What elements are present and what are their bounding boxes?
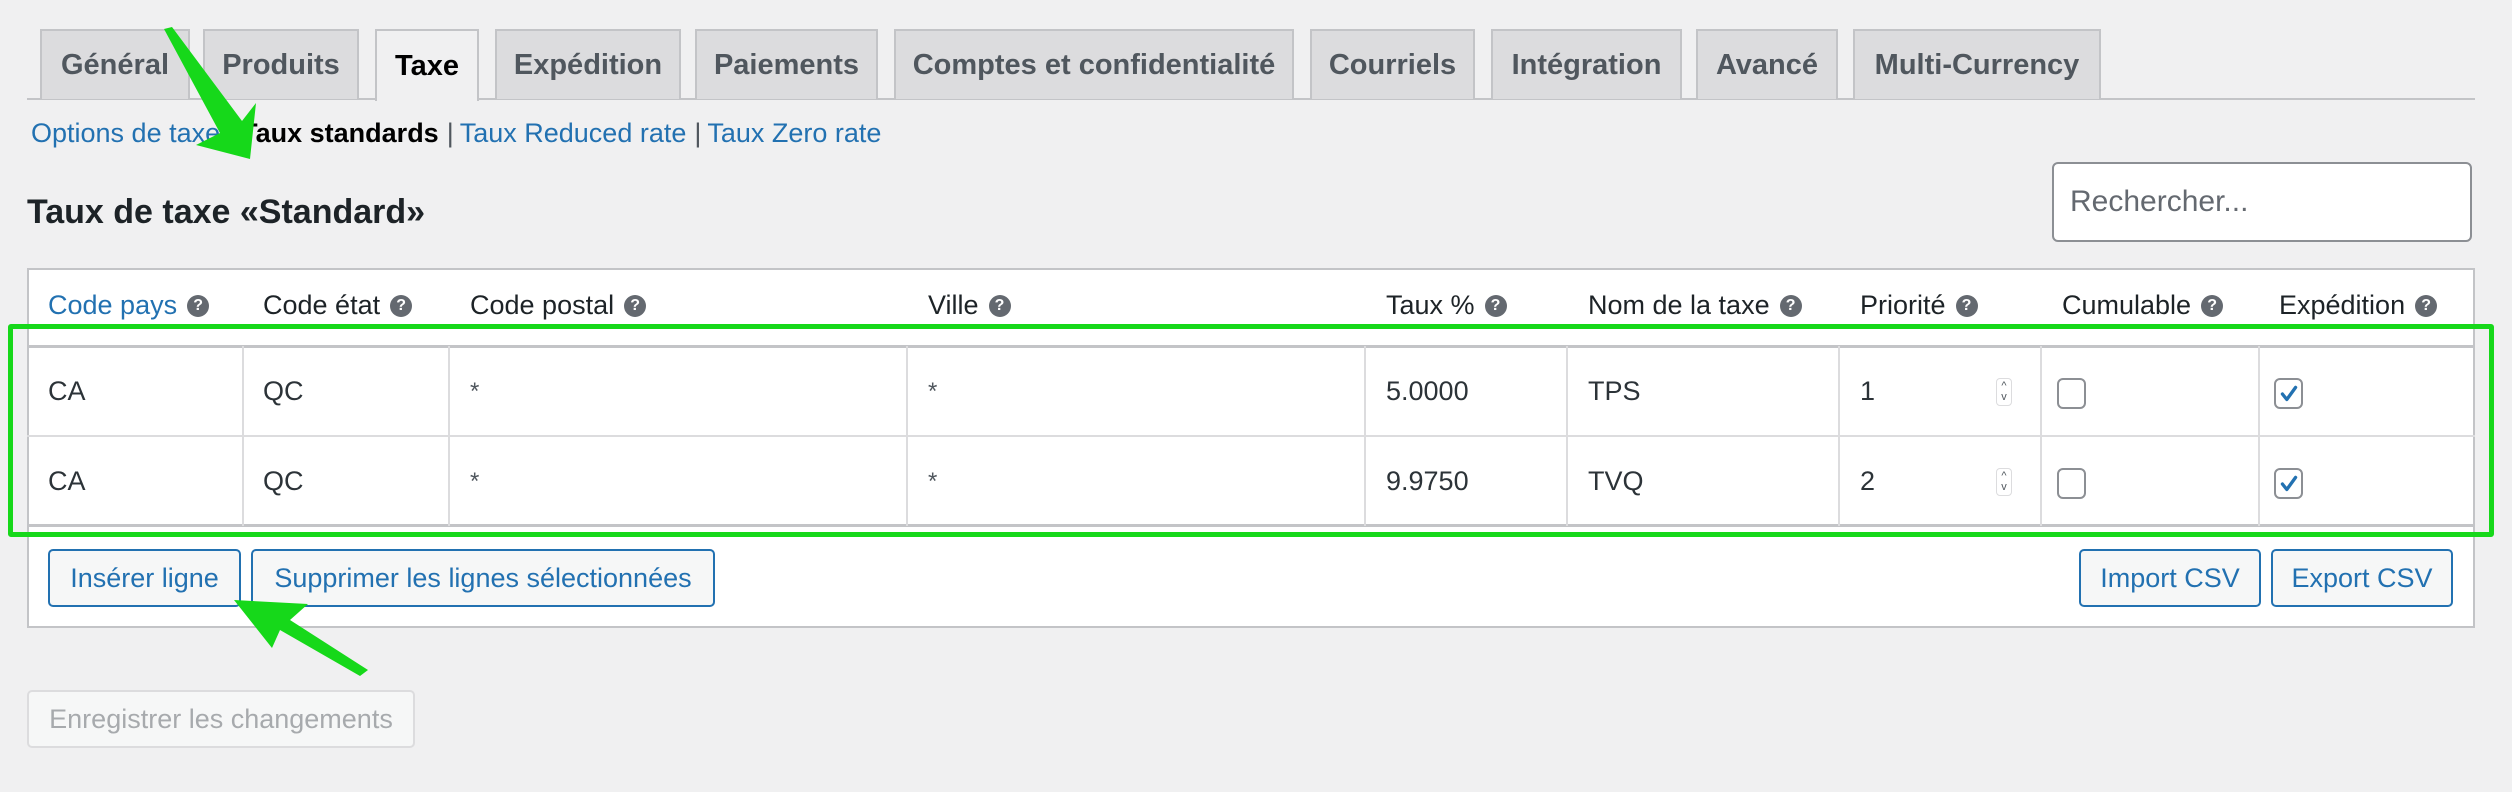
link-taux-standards-current: Taux standards bbox=[241, 118, 439, 148]
link-taux-reduced-rate[interactable]: Taux Reduced rate bbox=[460, 118, 687, 148]
cell-rate[interactable]: 5.0000 bbox=[1386, 376, 1469, 407]
help-icon[interactable]: ? bbox=[2415, 294, 2438, 317]
help-icon[interactable]: ? bbox=[187, 294, 210, 317]
column-header-code-etat: Code état? bbox=[263, 290, 413, 321]
column-header-ville: Ville? bbox=[928, 290, 1011, 321]
cell-tax-name[interactable]: TVQ bbox=[1588, 466, 1644, 497]
column-header-expedition: Expédition? bbox=[2279, 290, 2438, 321]
column-divider bbox=[906, 346, 908, 526]
cell-state[interactable]: QC bbox=[263, 376, 304, 407]
checkmark-icon bbox=[2280, 475, 2297, 491]
tab-avance[interactable]: Avancé bbox=[1696, 29, 1838, 99]
separator: | bbox=[446, 118, 454, 148]
column-header-code-pays[interactable]: Code pays? bbox=[48, 290, 210, 321]
column-label: Code état bbox=[263, 290, 381, 320]
table-bottom-divider bbox=[27, 524, 2475, 527]
column-label: Code postal bbox=[470, 290, 615, 320]
cell-priority[interactable]: 2 bbox=[1860, 466, 1875, 497]
chevron-down-icon[interactable]: v bbox=[2001, 482, 2007, 493]
cell-rate[interactable]: 9.9750 bbox=[1386, 466, 1469, 497]
cell-country[interactable]: CA bbox=[48, 376, 86, 407]
tab-paiements[interactable]: Paiements bbox=[695, 29, 878, 99]
compound-checkbox[interactable] bbox=[2057, 378, 2086, 409]
export-csv-button[interactable]: Export CSV bbox=[2271, 549, 2453, 607]
compound-checkbox[interactable] bbox=[2057, 468, 2086, 499]
insert-row-button[interactable]: Insérer ligne bbox=[48, 549, 241, 607]
column-divider bbox=[2040, 346, 2042, 526]
shipping-checkbox[interactable] bbox=[2274, 468, 2303, 499]
help-icon[interactable]: ? bbox=[988, 294, 1011, 317]
column-label: Code pays bbox=[48, 290, 178, 320]
column-header-cumulable: Cumulable? bbox=[2062, 290, 2224, 321]
tab-expedition[interactable]: Expédition bbox=[495, 29, 681, 99]
cell-city[interactable]: * bbox=[928, 378, 937, 406]
column-header-code-postal: Code postal? bbox=[470, 290, 647, 321]
cell-state[interactable]: QC bbox=[263, 466, 304, 497]
help-icon[interactable]: ? bbox=[624, 294, 647, 317]
column-divider bbox=[242, 346, 244, 526]
help-icon[interactable]: ? bbox=[1779, 294, 1802, 317]
cell-priority[interactable]: 1 bbox=[1860, 376, 1875, 407]
header-divider bbox=[27, 345, 2475, 348]
save-changes-button[interactable]: Enregistrer les changements bbox=[27, 690, 415, 748]
cell-country[interactable]: CA bbox=[48, 466, 86, 497]
chevron-down-icon[interactable]: v bbox=[2001, 392, 2007, 403]
column-header-nom-taxe: Nom de la taxe? bbox=[1588, 290, 1802, 321]
link-taux-zero-rate[interactable]: Taux Zero rate bbox=[707, 118, 881, 148]
link-options-de-taxe[interactable]: Options de taxe bbox=[31, 118, 220, 148]
column-divider bbox=[1838, 346, 1840, 526]
remove-selected-rows-button[interactable]: Supprimer les lignes sélectionnées bbox=[251, 549, 715, 607]
row-divider bbox=[27, 435, 2475, 437]
column-header-taux: Taux %? bbox=[1386, 290, 1507, 321]
tax-section-links: Options de taxe | Taux standards | Taux Redu… bbox=[31, 118, 881, 149]
separator: | bbox=[228, 118, 236, 148]
tab-general[interactable]: Général bbox=[40, 29, 190, 99]
tab-courriels[interactable]: Courriels bbox=[1310, 29, 1475, 99]
import-csv-button[interactable]: Import CSV bbox=[2079, 549, 2261, 607]
column-label: Priorité bbox=[1860, 290, 1946, 320]
column-divider bbox=[1364, 346, 1366, 526]
column-label: Ville bbox=[928, 290, 979, 320]
page-title: Taux de taxe «Standard» bbox=[27, 193, 426, 231]
cell-postcode[interactable]: * bbox=[470, 378, 479, 406]
separator: | bbox=[694, 118, 702, 148]
shipping-checkbox[interactable] bbox=[2274, 378, 2303, 409]
search-input[interactable] bbox=[2052, 162, 2472, 242]
column-label: Nom de la taxe bbox=[1588, 290, 1770, 320]
tab-multi-currency[interactable]: Multi-Currency bbox=[1853, 29, 2101, 99]
checkmark-icon bbox=[2280, 385, 2297, 401]
help-icon[interactable]: ? bbox=[390, 294, 413, 317]
tab-comptes-confidentialite[interactable]: Comptes et confidentialité bbox=[894, 29, 1294, 99]
help-icon[interactable]: ? bbox=[1484, 294, 1507, 317]
tab-taxe[interactable]: Taxe bbox=[375, 29, 479, 101]
column-label: Taux % bbox=[1386, 290, 1475, 320]
column-label: Cumulable bbox=[2062, 290, 2192, 320]
cell-city[interactable]: * bbox=[928, 468, 937, 496]
column-header-priorite: Priorité? bbox=[1860, 290, 1978, 321]
tab-produits[interactable]: Produits bbox=[203, 29, 359, 99]
help-icon[interactable]: ? bbox=[1955, 294, 1978, 317]
column-divider bbox=[448, 346, 450, 526]
column-divider bbox=[1566, 346, 1568, 526]
column-label: Expédition bbox=[2279, 290, 2406, 320]
priority-stepper[interactable]: ^ v bbox=[1996, 468, 2012, 496]
help-icon[interactable]: ? bbox=[2201, 294, 2224, 317]
tab-integration[interactable]: Intégration bbox=[1491, 29, 1682, 99]
column-divider bbox=[2258, 346, 2260, 526]
cell-tax-name[interactable]: TPS bbox=[1588, 376, 1641, 407]
cell-postcode[interactable]: * bbox=[470, 468, 479, 496]
priority-stepper[interactable]: ^ v bbox=[1996, 378, 2012, 406]
